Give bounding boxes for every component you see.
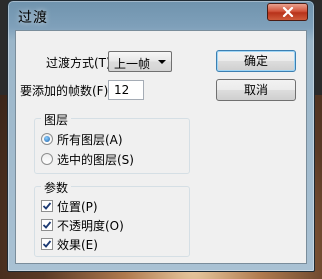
checkbox[interactable] [41, 238, 53, 250]
frames-label: 要添加的帧数(F): [20, 84, 113, 98]
params-group-legend: 参数 [41, 179, 72, 196]
close-button[interactable] [267, 3, 308, 21]
checkbox[interactable] [41, 219, 53, 231]
dialog-title: 过渡 [18, 10, 48, 26]
transition-dialog: 过渡 过渡方式(T): 上一帧 要添加的帧数(F): 12 确定 取消 图层 所… [7, 0, 315, 272]
params-group: 参数 位置(P) 不透明度(O) 效果(E) [34, 179, 190, 257]
checkmark-icon [42, 202, 52, 210]
checkmark-icon [42, 221, 52, 229]
layers-group-legend: 图层 [41, 111, 72, 128]
method-select-value: 上一帧 [114, 57, 151, 71]
checkbox[interactable] [41, 200, 53, 212]
chevron-down-icon [158, 60, 166, 64]
radio-all-layers[interactable]: 所有图层(A) [41, 131, 123, 147]
checkmark-icon [42, 240, 52, 248]
frames-input[interactable]: 12 [108, 80, 144, 100]
checkbox-position[interactable]: 位置(P) [41, 198, 98, 214]
checkbox-effects-label: 效果(E) [57, 237, 98, 252]
checkbox-effects[interactable]: 效果(E) [41, 236, 98, 252]
ok-button[interactable]: 确定 [216, 50, 296, 72]
radio-button[interactable] [41, 153, 53, 165]
checkbox-position-label: 位置(P) [57, 199, 98, 214]
title-bar[interactable]: 过渡 [8, 1, 314, 29]
layers-group: 图层 所有图层(A) 选中的图层(S) [34, 111, 190, 174]
checkbox-opacity-label: 不透明度(O) [57, 218, 124, 233]
cancel-button[interactable]: 取消 [216, 79, 296, 101]
close-icon [282, 7, 293, 17]
method-select[interactable]: 上一帧 [108, 51, 172, 72]
radio-button-selected[interactable] [41, 133, 53, 145]
radio-all-layers-label: 所有图层(A) [57, 132, 123, 147]
dialog-body: 过渡方式(T): 上一帧 要添加的帧数(F): 12 确定 取消 图层 所有图层… [15, 30, 307, 264]
method-label: 过渡方式(T): [46, 56, 115, 70]
radio-selected-layers[interactable]: 选中的图层(S) [41, 151, 134, 167]
radio-selected-layers-label: 选中的图层(S) [57, 152, 134, 167]
checkbox-opacity[interactable]: 不透明度(O) [41, 217, 124, 233]
